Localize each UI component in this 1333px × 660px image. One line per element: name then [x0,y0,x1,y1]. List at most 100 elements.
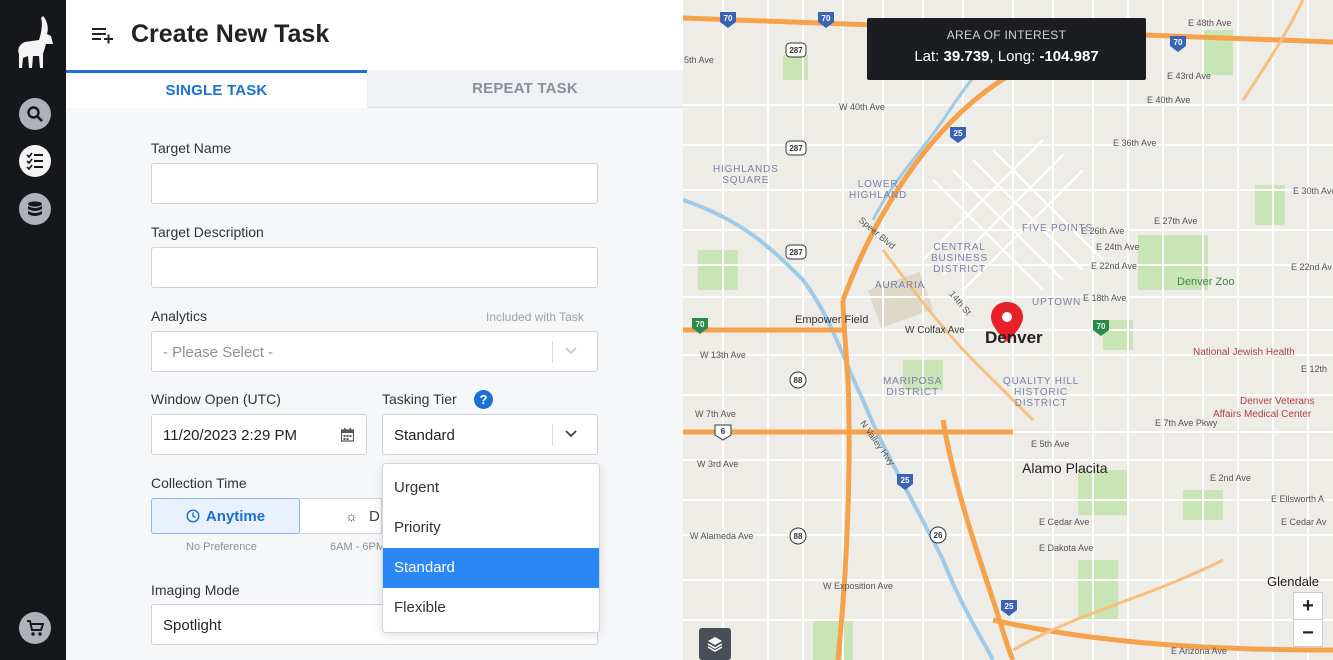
cart-icon [27,620,44,636]
svg-text:70: 70 [822,14,831,23]
svg-text:70: 70 [696,320,705,329]
lat-label: Lat: [914,48,940,65]
map-label-street: W 40th Ave [839,102,885,112]
aoi-coordinates: Lat: 39.739, Long: -104.987 [914,48,1099,65]
map-label-street: E 22nd Ave [1091,261,1137,271]
tab-bar: SINGLE TASK REPEAT TASK [66,70,683,108]
select-separator [552,424,553,446]
map-label-city: Denver [985,328,1043,347]
map-label-street: W 7th Ave [695,409,736,419]
svg-text:88: 88 [794,376,803,385]
lat-value: 39.739 [943,48,990,65]
clock-icon [186,509,200,523]
map-label-street: E Ellsworth A [1271,494,1325,504]
map-label-street: E Arizona Ave [1171,646,1227,656]
page-title: Create New Task [131,20,330,48]
zoom-out-button[interactable]: − [1293,619,1323,647]
tab-repeat-task[interactable]: REPEAT TASK [367,70,683,108]
tasking-tier-select[interactable]: Standard [382,414,598,455]
map[interactable]: 70 70 70 25 25 25 287 287 287 88 88 26 6… [683,0,1333,660]
map-label-street: E 36th Ave [1113,138,1157,148]
map-label-street: E 22nd Av [1291,262,1332,272]
tasking-tier-dropdown: Urgent Priority Standard Flexible [382,463,600,633]
anytime-sublabel: No Preference [186,541,257,553]
map-label-street: W Exposition Ave [823,581,893,591]
anytime-label: Anytime [205,507,266,525]
svg-text:25: 25 [954,129,963,138]
map-label-street: E 18th Ave [1083,293,1127,303]
analytics-select[interactable]: - Please Select - [151,331,598,372]
map-label-va2: Affairs Medical Center [1213,409,1312,420]
map-label-va: Denver Veterans [1240,396,1315,407]
svg-text:287: 287 [789,248,803,257]
analytics-label: Analytics [151,308,208,324]
map-label-street: E 43rd Ave [1167,71,1211,81]
map-label-street: E 12th [1301,364,1328,374]
layers-button[interactable] [699,628,731,660]
target-name-input[interactable] [151,163,598,204]
target-description-input[interactable] [151,247,598,288]
map-label-alamo: Alamo Placita [1022,460,1108,476]
map-label-zoo: Denver Zoo [1177,276,1235,288]
tab-single-task[interactable]: SINGLE TASK [66,70,367,108]
header: Create New Task [66,0,683,70]
map-label-street: E 2nd Ave [1210,473,1251,483]
option-urgent[interactable]: Urgent [383,468,599,508]
svg-text:6: 6 [721,427,726,436]
imaging-mode-label: Imaging Mode [151,582,240,598]
map-label-street: W 3rd Ave [697,459,739,469]
long-value: -104.987 [1039,48,1099,65]
daytime-sublabel: 6AM - 6PM [330,541,382,553]
long-label: Long: [997,48,1036,65]
search-icon [27,106,43,122]
svg-text:25: 25 [1005,602,1014,611]
anytime-button[interactable]: Anytime [151,498,300,534]
window-open-input[interactable]: 11/20/2023 2:29 PM [151,414,367,455]
option-standard[interactable]: Standard [383,548,599,588]
select-separator [552,341,553,363]
collection-time-label: Collection Time [151,475,247,491]
map-label-district: MARIPOSA DISTRICT [883,376,943,398]
map-label-district: LOWER HIGHLAND [849,179,908,201]
svg-text:287: 287 [789,144,803,153]
map-label-street: E 5th Ave [1031,439,1070,449]
map-label-empower: Empower Field [795,314,869,326]
aoi-title: AREA OF INTEREST [946,28,1067,42]
map-label-street: W 13th Ave [700,350,746,360]
window-open-value: 11/20/2023 2:29 PM [163,427,297,444]
map-label-street: E 48th Ave [1188,18,1232,28]
task-list-button[interactable] [19,145,51,177]
map-label-street: E 27th Ave [1154,216,1198,226]
layers-icon [707,637,723,652]
svg-text:287: 287 [789,46,803,55]
map-label-street: E 30th Ave [1293,186,1333,196]
map-label-national-jewish: National Jewish Health [1193,347,1295,358]
add-list-icon [92,28,113,44]
zoom-in-button[interactable]: + [1293,592,1323,620]
calendar-icon[interactable] [341,428,354,442]
search-button[interactable] [19,98,51,130]
map-label-w-colfax: W Colfax Ave [905,325,965,336]
option-flexible[interactable]: Flexible [383,588,599,628]
shield-label: 70 [724,14,733,23]
map-label-district: FIVE POINTS [1022,223,1094,234]
imaging-mode-value: Spotlight [163,617,222,634]
daytime-label: D [369,507,380,525]
svg-text:88: 88 [794,532,803,541]
map-label-street: E Dakota Ave [1039,543,1094,553]
analytics-placeholder: - Please Select - [163,344,274,361]
daytime-button[interactable]: ☼ D [300,498,382,534]
map-label-street: E Cedar Ave [1039,517,1090,527]
option-priority[interactable]: Priority [383,508,599,548]
tasking-tier-value: Standard [394,427,455,444]
svg-text:26: 26 [934,531,943,540]
svg-text:70: 70 [1097,322,1106,331]
map-label-street: E 7th Ave Pkwy [1155,418,1218,428]
map-label-street: E 40th Ave [1147,95,1191,105]
analytics-hint: Included with Task [486,310,584,324]
svg-text:70: 70 [1174,38,1183,47]
database-button[interactable] [19,193,51,225]
tasking-tier-label: Tasking Tier [382,391,457,407]
cart-button[interactable] [19,612,51,644]
help-icon[interactable]: ? [474,390,493,409]
